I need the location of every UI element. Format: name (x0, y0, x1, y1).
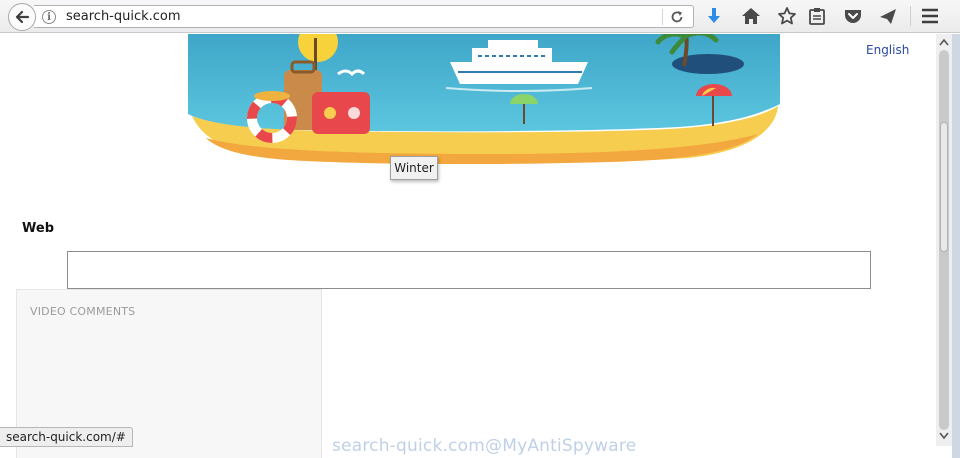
send-tab-icon[interactable] (878, 6, 898, 26)
star-icon[interactable] (777, 6, 797, 26)
info-icon[interactable]: i (42, 10, 56, 24)
chevron-up-icon (939, 38, 949, 46)
scroll-thumb[interactable] (940, 122, 948, 252)
chevron-down-icon (939, 432, 949, 440)
pocket-icon[interactable] (843, 6, 863, 26)
back-button[interactable] (8, 3, 36, 31)
winter-tooltip: Winter (390, 156, 438, 180)
url-text[interactable]: search-quick.com (66, 9, 181, 24)
home-icon[interactable] (741, 6, 761, 26)
scroll-down-arrow[interactable] (936, 429, 952, 443)
scroll-up-arrow[interactable] (936, 35, 952, 49)
url-divider (662, 9, 663, 25)
web-search-label: Web (22, 221, 54, 236)
toolbar-divider (910, 6, 911, 26)
vertical-scrollbar[interactable] (936, 34, 952, 446)
back-arrow-icon (15, 10, 30, 24)
status-bar-link-preview: search-quick.com/# (0, 427, 133, 447)
clipboard-icon[interactable] (807, 6, 827, 26)
download-arrow-icon[interactable] (704, 6, 724, 26)
beach-banner-illustration (188, 34, 780, 164)
address-bar[interactable]: i search-quick.com (34, 5, 694, 28)
hamburger-menu-icon[interactable] (920, 6, 940, 26)
reload-icon[interactable] (668, 8, 686, 26)
scroll-track[interactable] (939, 50, 949, 430)
video-comments-title: VIDEO COMMENTS (30, 305, 136, 318)
browser-toolbar: i search-quick.com (0, 0, 960, 33)
search-input[interactable] (67, 251, 871, 289)
window-edge (952, 34, 960, 458)
english-language-link[interactable]: English (866, 43, 909, 57)
watermark-text: search-quick.com@MyAntiSpyware (332, 436, 637, 456)
